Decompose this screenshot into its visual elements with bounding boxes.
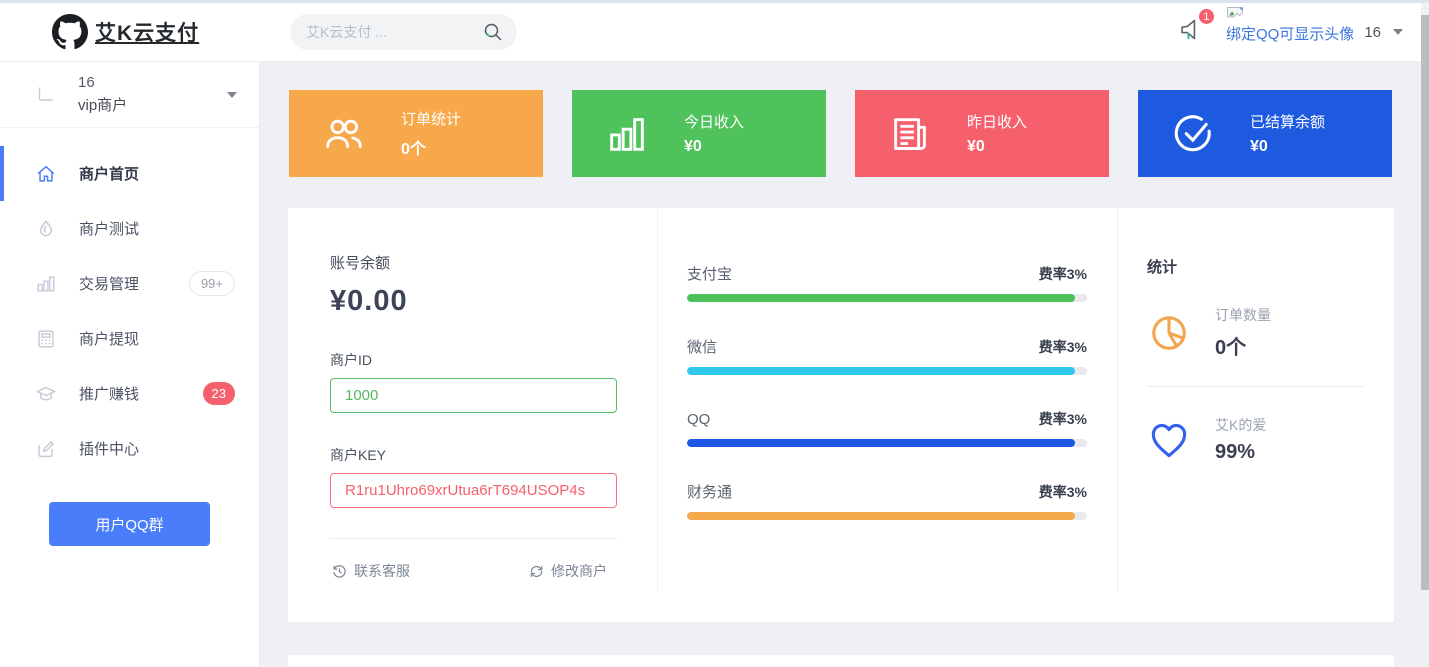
stat-order-count: 订单数量 0个	[1147, 305, 1364, 360]
avatar-alt-text: 绑定QQ可显示头像	[1226, 23, 1354, 44]
next-panel-partial	[288, 655, 1394, 667]
sidebar: 16 vip商户 商户首页 商户测试 交易管理 99+	[0, 62, 260, 667]
broken-image-icon	[1226, 6, 1245, 23]
card-title: 昨日收入	[967, 111, 1027, 132]
bar-chart-icon	[604, 111, 650, 157]
sidebar-item-label: 插件中心	[79, 438, 139, 459]
broken-avatar-icon	[34, 82, 60, 108]
sidebar-item-promote[interactable]: 推广赚钱 23	[0, 366, 259, 421]
heart-icon	[1147, 418, 1191, 462]
stat-cards-row: 订单统计 0个 今日收入 ¥0 昨日收入 ¥0	[289, 90, 1392, 177]
sidebar-item-label: 商户提现	[79, 328, 139, 349]
balance-label: 账号余额	[330, 252, 617, 273]
rate-caiwutong: 财务通 费率3%	[687, 481, 1087, 520]
sidebar-item-trade-manage[interactable]: 交易管理 99+	[0, 256, 259, 311]
progress-fill	[687, 512, 1075, 520]
pie-chart-icon	[1147, 311, 1191, 355]
card-today-income[interactable]: 今日收入 ¥0	[572, 90, 826, 177]
search-bar[interactable]	[290, 14, 517, 50]
card-title: 今日收入	[684, 111, 744, 132]
progress-track	[687, 367, 1087, 375]
card-value: 0个	[401, 135, 461, 159]
refresh-icon	[529, 564, 544, 579]
avatar[interactable]: 绑定QQ可显示头像	[1226, 6, 1354, 44]
sidebar-item-plugin-center[interactable]: 插件中心	[0, 421, 259, 476]
profile-role: vip商户	[78, 94, 127, 115]
sidebar-item-merchant-test[interactable]: 商户测试	[0, 201, 259, 256]
progress-fill	[687, 439, 1075, 447]
profile-id: 16	[78, 74, 127, 91]
newspaper-icon	[887, 111, 933, 157]
logo[interactable]: 艾K云支付	[0, 14, 260, 50]
sidebar-item-label: 交易管理	[79, 273, 139, 294]
card-settled-balance[interactable]: 已结算余额 ¥0	[1138, 90, 1392, 177]
rate-wechat: 微信 费率3%	[687, 336, 1087, 375]
droplet-icon	[35, 218, 57, 240]
card-yesterday-income[interactable]: 昨日收入 ¥0	[855, 90, 1109, 177]
history-clock-icon	[332, 564, 347, 579]
sidebar-item-label: 商户首页	[79, 163, 139, 184]
app-title: 艾K云支付	[95, 17, 199, 47]
rates-column: 支付宝 费率3% 微信 费率3% QQ 费率3%	[657, 208, 1117, 554]
search-input[interactable]	[306, 24, 466, 40]
divider	[330, 538, 617, 539]
divider	[1147, 386, 1364, 387]
progress-track	[687, 512, 1087, 520]
sidebar-item-label: 商户测试	[79, 218, 139, 239]
trade-count-badge: 99+	[189, 271, 235, 296]
profile-chevron-down-icon[interactable]	[227, 92, 237, 98]
promote-count-badge: 23	[203, 382, 235, 405]
overview-panel: 账号余额 ¥0.00 商户ID 商户KEY 联系客服 修改商户	[288, 208, 1394, 622]
user-qq-group-button[interactable]: 用户QQ群	[49, 502, 210, 546]
merchant-key-label: 商户KEY	[330, 445, 617, 465]
github-octocat-icon	[52, 14, 88, 50]
card-title: 已结算余额	[1250, 111, 1325, 132]
stats-title: 统计	[1147, 256, 1364, 277]
card-value: ¥0	[967, 138, 1027, 156]
card-value: ¥0	[684, 138, 744, 156]
progress-fill	[687, 294, 1075, 302]
card-value: ¥0	[1250, 138, 1325, 156]
sidebar-menu: 商户首页 商户测试 交易管理 99+ 商户提现 推广赚钱	[0, 128, 259, 476]
modify-merchant-link[interactable]: 修改商户	[529, 561, 607, 581]
merchant-id-label: 商户ID	[330, 350, 617, 370]
merchant-key-field[interactable]	[330, 473, 617, 508]
rate-qq: QQ 费率3%	[687, 409, 1087, 447]
stats-column: 统计 订单数量 0个 艾K的爱 99%	[1117, 208, 1394, 464]
card-order-stats[interactable]: 订单统计 0个	[289, 90, 543, 177]
search-icon[interactable]	[481, 20, 505, 44]
merchant-id-field[interactable]	[330, 378, 617, 413]
card-title: 订单统计	[401, 108, 461, 129]
balance-value: ¥0.00	[330, 285, 617, 318]
progress-track	[687, 294, 1087, 302]
rate-alipay: 支付宝 费率3%	[687, 263, 1087, 302]
stat-love: 艾K的爱 99%	[1147, 415, 1364, 464]
calculator-icon	[35, 328, 57, 350]
check-circle-icon	[1170, 111, 1216, 157]
notification-horn-icon[interactable]: 1	[1177, 16, 1204, 48]
users-icon	[321, 111, 367, 157]
sidebar-item-withdraw[interactable]: 商户提现	[0, 311, 259, 366]
header-right: 1 绑定QQ可显示头像 16	[1177, 3, 1403, 61]
sidebar-item-merchant-home[interactable]: 商户首页	[0, 146, 259, 201]
chevron-down-icon[interactable]	[1393, 29, 1403, 35]
graduation-cap-icon	[35, 383, 57, 405]
main-content: 订单统计 0个 今日收入 ¥0 昨日收入 ¥0	[260, 62, 1429, 667]
sidebar-item-label: 推广赚钱	[79, 383, 139, 404]
header-user-id: 16	[1364, 24, 1381, 41]
active-indicator	[0, 146, 4, 201]
edit-square-icon	[35, 438, 57, 460]
home-icon	[35, 163, 57, 185]
notification-badge: 1	[1197, 7, 1216, 26]
progress-fill	[687, 367, 1075, 375]
header: 艾K云支付 1 绑定QQ可显示头像 16	[0, 3, 1429, 62]
bar-chart-icon	[35, 273, 57, 295]
account-column: 账号余额 ¥0.00 商户ID 商户KEY 联系客服 修改商户	[288, 208, 657, 581]
contact-support-link[interactable]: 联系客服	[332, 561, 410, 581]
scrollbar-thumb[interactable]	[1421, 15, 1429, 590]
progress-track	[687, 439, 1087, 447]
sidebar-profile[interactable]: 16 vip商户	[0, 62, 259, 128]
